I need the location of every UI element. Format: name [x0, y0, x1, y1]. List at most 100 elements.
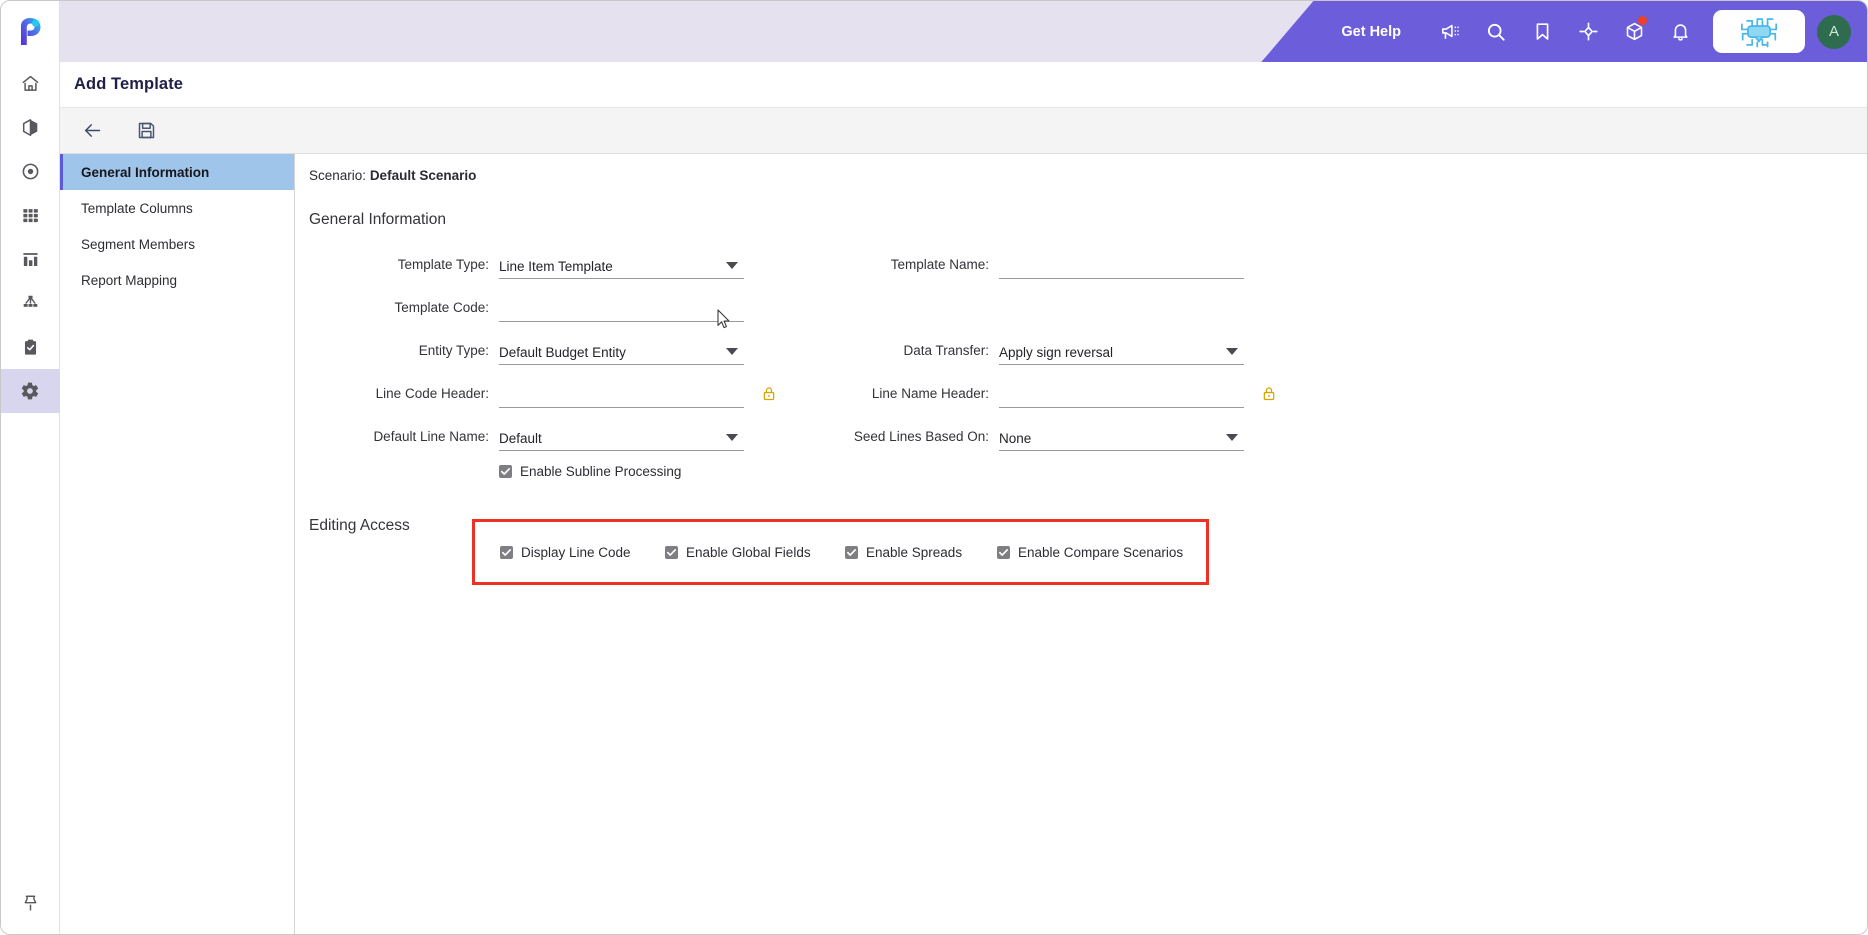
bookmark-icon[interactable]	[1519, 1, 1565, 62]
page-title: Add Template	[74, 75, 184, 93]
avatar[interactable]: A	[1817, 14, 1851, 49]
chevron-down-icon	[1226, 348, 1238, 355]
chevron-down-icon	[726, 262, 738, 269]
application-window: Get Help A Add Template General Informat…	[0, 0, 1868, 935]
default-line-name-select[interactable]: Default	[499, 427, 744, 451]
save-button[interactable]	[132, 117, 160, 145]
default-line-name-label: Default Line Name:	[373, 429, 489, 444]
line-code-header-lock[interactable]	[749, 372, 809, 415]
seed-lines-value: None	[999, 431, 1032, 446]
enable-spreads-item: Enable Spreads	[845, 545, 997, 560]
entity-type-label: Entity Type:	[418, 343, 489, 358]
data-transfer-control[interactable]: Apply sign reversal	[999, 329, 1249, 372]
main-column: Get Help A Add Template General Informat…	[60, 1, 1867, 934]
spacer-cell	[1249, 243, 1309, 286]
template-code-control[interactable]	[499, 286, 749, 329]
display-line-code-item: Display Line Code	[500, 545, 665, 560]
sidebar-item-hierarchy[interactable]	[1, 281, 60, 325]
nav-item-template-columns[interactable]: Template Columns	[60, 190, 294, 226]
entity-type-control[interactable]: Default Budget Entity	[499, 329, 749, 372]
sidebar-item-tasks[interactable]	[1, 325, 60, 369]
scenario-line: Scenario: Default Scenario	[309, 168, 1867, 183]
app-logo[interactable]	[1, 1, 60, 61]
line-name-header-input[interactable]	[999, 384, 1244, 408]
display-line-code-label: Display Line Code	[521, 544, 631, 560]
entity-type-value: Default Budget Entity	[499, 345, 626, 360]
nav-item-label: Template Columns	[81, 200, 193, 216]
pin-icon[interactable]	[1, 893, 60, 912]
nav-item-report-mapping[interactable]: Report Mapping	[60, 262, 294, 298]
back-button[interactable]	[78, 117, 106, 145]
seed-lines-label: Seed Lines Based On:	[853, 429, 989, 444]
line-name-header-lock[interactable]	[1249, 372, 1309, 415]
action-toolbar	[60, 108, 1867, 154]
nav-item-general-information[interactable]: General Information	[60, 154, 294, 190]
package-icon[interactable]	[1611, 1, 1657, 62]
default-line-name-control[interactable]: Default	[499, 415, 749, 458]
chevron-down-icon	[1226, 434, 1238, 441]
template-type-label: Template Type:	[397, 257, 489, 272]
ai-chip-icon[interactable]	[1713, 10, 1805, 53]
template-name-label: Template Name:	[890, 257, 989, 272]
scenario-label: Scenario:	[309, 168, 367, 183]
rail-item-list	[1, 61, 60, 413]
spacer-cell	[749, 415, 809, 458]
data-transfer-select[interactable]: Apply sign reversal	[999, 341, 1244, 365]
nav-item-label: Segment Members	[81, 236, 196, 252]
line-name-header-label: Line Name Header:	[871, 386, 989, 401]
sidebar-item-grid[interactable]	[1, 193, 60, 237]
entity-type-select[interactable]: Default Budget Entity	[499, 341, 744, 365]
editing-access-highlight-box: Display Line Code Enable Global Fields E…	[472, 519, 1209, 585]
enable-spreads-label: Enable Spreads	[866, 544, 963, 560]
template-name-input[interactable]	[999, 255, 1244, 279]
target-icon[interactable]	[1565, 1, 1611, 62]
content-area: General Information Template Columns Seg…	[60, 154, 1867, 934]
enable-subline-processing-row: Enable Subline Processing	[309, 464, 1867, 479]
template-code-label: Template Code:	[394, 300, 489, 315]
seed-lines-control[interactable]: None	[999, 415, 1249, 458]
sidebar-item-targets[interactable]	[1, 149, 60, 193]
enable-subline-processing-label: Enable Subline Processing	[520, 464, 682, 479]
spacer-cell	[1249, 415, 1309, 458]
enable-subline-processing-checkbox[interactable]	[499, 465, 512, 478]
enable-global-fields-checkbox[interactable]	[665, 545, 678, 559]
enable-global-fields-item: Enable Global Fields	[665, 545, 845, 560]
sidebar-item-models[interactable]	[1, 105, 60, 149]
bell-icon[interactable]	[1657, 1, 1703, 62]
form-section-title: General Information	[309, 211, 446, 228]
template-type-control[interactable]: Line Item Template	[499, 243, 749, 286]
template-code-input[interactable]	[499, 298, 744, 322]
chevron-down-icon	[726, 348, 738, 355]
top-header: Get Help A	[60, 1, 1867, 62]
template-type-select[interactable]: Line Item Template	[499, 255, 744, 279]
template-name-control[interactable]	[999, 243, 1249, 286]
line-code-header-control[interactable]	[499, 372, 749, 415]
enable-spreads-checkbox[interactable]	[845, 545, 858, 559]
spacer-cell	[1249, 286, 1309, 329]
spacer-cell	[749, 329, 809, 372]
get-help-link[interactable]: Get Help	[1341, 24, 1401, 40]
section-nav-panel: General Information Template Columns Seg…	[60, 154, 295, 934]
enable-compare-scenarios-label: Enable Compare Scenarios	[1018, 544, 1184, 560]
seed-lines-select[interactable]: None	[999, 427, 1244, 451]
notification-badge-dot	[1638, 16, 1647, 25]
line-code-header-input[interactable]	[499, 384, 744, 408]
enable-global-fields-label: Enable Global Fields	[686, 544, 811, 560]
sidebar-item-settings[interactable]	[1, 369, 60, 413]
announcement-icon[interactable]	[1427, 1, 1473, 62]
line-name-header-control[interactable]	[999, 372, 1249, 415]
spacer-cell	[1249, 329, 1309, 372]
enable-compare-scenarios-checkbox[interactable]	[997, 545, 1010, 559]
icon-rail	[1, 1, 60, 934]
data-transfer-value: Apply sign reversal	[999, 345, 1114, 360]
display-line-code-checkbox[interactable]	[500, 545, 513, 559]
empty-control	[999, 286, 1249, 329]
nav-item-segment-members[interactable]: Segment Members	[60, 226, 294, 262]
sidebar-item-home[interactable]	[1, 61, 60, 105]
general-information-form: Scenario: Default Scenario General Infor…	[295, 154, 1867, 934]
spacer-cell	[749, 286, 809, 329]
scenario-value: Default Scenario	[369, 168, 477, 183]
sidebar-item-reports[interactable]	[1, 237, 60, 281]
search-icon[interactable]	[1473, 1, 1519, 62]
form-field-grid: Template Type: Line Item Template Templa…	[309, 243, 1867, 458]
